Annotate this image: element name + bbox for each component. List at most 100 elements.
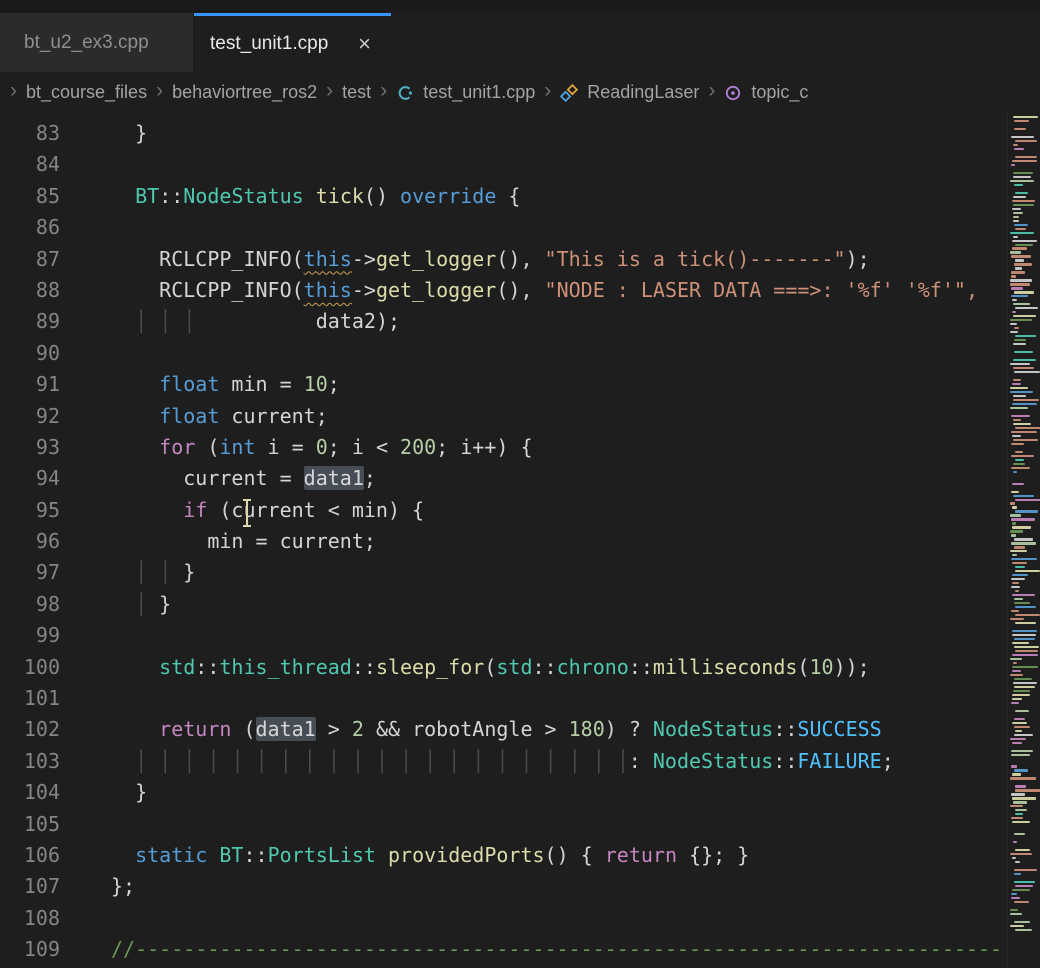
- line-number[interactable]: 103: [0, 746, 60, 777]
- minimap-line: [1011, 702, 1019, 704]
- minimap-line: [1011, 897, 1020, 899]
- line-number[interactable]: 95: [0, 495, 60, 526]
- minimap-line: [1011, 518, 1035, 520]
- code-line[interactable]: │ }: [111, 589, 1040, 620]
- minimap-line: [1012, 526, 1031, 528]
- line-number[interactable]: 85: [0, 181, 60, 212]
- code-area[interactable]: } BT::NodeStatus tick() override { RCLCP…: [60, 112, 1040, 968]
- minimap-line: [1013, 801, 1027, 803]
- code-line[interactable]: │ │ }: [111, 557, 1040, 588]
- minimap-line: [1011, 558, 1037, 560]
- minimap-line: [1015, 622, 1036, 624]
- line-number[interactable]: 94: [0, 463, 60, 494]
- minimap-line: [1012, 574, 1028, 576]
- code-line[interactable]: }: [111, 118, 1040, 149]
- minimap-line: [1014, 646, 1039, 648]
- code-line[interactable]: float min = 10;: [111, 369, 1040, 400]
- line-number[interactable]: 106: [0, 840, 60, 871]
- breadcrumb-item-test_unit1[interactable]: test_unit1.cpp: [423, 82, 535, 103]
- code-line[interactable]: BT::NodeStatus tick() override {: [111, 181, 1040, 212]
- close-icon[interactable]: ×: [354, 31, 375, 57]
- line-number[interactable]: 107: [0, 871, 60, 902]
- minimap-line: [1011, 455, 1034, 457]
- code-line[interactable]: //--------------------------------------…: [111, 934, 1040, 965]
- minimap-line: [1014, 598, 1023, 600]
- code-line[interactable]: for (int i = 0; i < 200; i++) {: [111, 432, 1040, 463]
- line-number[interactable]: 108: [0, 903, 60, 934]
- minimap-line: [1015, 566, 1025, 568]
- code-line[interactable]: [111, 809, 1040, 840]
- code-line[interactable]: [111, 683, 1040, 714]
- minimap-line: [1013, 379, 1021, 381]
- line-number[interactable]: 104: [0, 777, 60, 808]
- breadcrumb-item-bt_course_files[interactable]: bt_course_files: [26, 82, 147, 103]
- line-number[interactable]: 98: [0, 589, 60, 620]
- code-line[interactable]: min = current;: [111, 526, 1040, 557]
- line-number[interactable]: 87: [0, 244, 60, 275]
- text-cursor-icon: [246, 501, 248, 525]
- minimap-line: [1015, 590, 1019, 592]
- code-line[interactable]: [111, 212, 1040, 243]
- minimap-line: [1010, 279, 1032, 281]
- line-number[interactable]: 89: [0, 306, 60, 337]
- code-line[interactable]: float current;: [111, 401, 1040, 432]
- line-number[interactable]: 100: [0, 652, 60, 683]
- line-number[interactable]: 83: [0, 118, 60, 149]
- tab-bt_u2_ex3[interactable]: bt_u2_ex3.cpp: [0, 13, 194, 72]
- line-number[interactable]: 105: [0, 809, 60, 840]
- minimap[interactable]: [1007, 112, 1040, 968]
- line-number[interactable]: 99: [0, 620, 60, 651]
- line-number[interactable]: 90: [0, 338, 60, 369]
- line-number[interactable]: 96: [0, 526, 60, 557]
- minimap-line: [1012, 722, 1027, 724]
- line-number[interactable]: 101: [0, 683, 60, 714]
- code-line[interactable]: RCLCPP_INFO(this->get_logger(), "This is…: [111, 244, 1040, 275]
- minimap-line: [1014, 128, 1026, 130]
- minimap-line: [1012, 247, 1027, 249]
- code-line[interactable]: [111, 620, 1040, 651]
- code-line[interactable]: std::this_thread::sleep_for(std::chrono:…: [111, 652, 1040, 683]
- line-number[interactable]: 91: [0, 369, 60, 400]
- minimap-line: [1010, 909, 1018, 911]
- code-line[interactable]: current = data1;: [111, 463, 1040, 494]
- breadcrumb-item-test[interactable]: test: [342, 82, 371, 103]
- line-number[interactable]: 84: [0, 149, 60, 180]
- minimap-line: [1015, 614, 1040, 616]
- minimap-line: [1013, 841, 1017, 843]
- editor[interactable]: 8384858687888990919293949596979899100101…: [0, 112, 1040, 968]
- line-number-gutter[interactable]: 8384858687888990919293949596979899100101…: [0, 112, 60, 968]
- breadcrumb-item-topic_c[interactable]: topic_c: [751, 82, 808, 103]
- breadcrumb-item-behaviortree_ros2[interactable]: behaviortree_ros2: [172, 82, 317, 103]
- code-line[interactable]: };: [111, 871, 1040, 902]
- code-line[interactable]: [111, 903, 1040, 934]
- breadcrumb-item-ReadingLaser[interactable]: ReadingLaser: [587, 82, 699, 103]
- code-line[interactable]: [111, 338, 1040, 369]
- code-line[interactable]: │ │ │ │ │ │ │ │ │ │ │ │ │ │ │ │ │ │ │ │ …: [111, 746, 1040, 777]
- code-line[interactable]: [111, 149, 1040, 180]
- tab-test_unit1[interactable]: test_unit1.cpp ×: [194, 13, 391, 72]
- minimap-line: [1010, 738, 1026, 740]
- code-line[interactable]: static BT::PortsList providedPorts() { r…: [111, 840, 1040, 871]
- code-line[interactable]: │ │ │ data2);: [111, 306, 1040, 337]
- minimap-line: [1010, 925, 1024, 927]
- line-number[interactable]: 93: [0, 432, 60, 463]
- minimap-line: [1015, 427, 1040, 429]
- minimap-line: [1014, 339, 1026, 341]
- line-number[interactable]: 86: [0, 212, 60, 243]
- minimap-line: [1012, 208, 1021, 210]
- minimap-line: [1015, 730, 1022, 732]
- line-number[interactable]: 88: [0, 275, 60, 306]
- minimap-line: [1014, 734, 1033, 736]
- line-number[interactable]: 109: [0, 934, 60, 965]
- minimap-line: [1012, 383, 1021, 385]
- code-line[interactable]: }: [111, 777, 1040, 808]
- code-line[interactable]: return (data1 > 2 && robotAngle > 180) ?…: [111, 714, 1040, 745]
- line-number[interactable]: 97: [0, 557, 60, 588]
- code-line[interactable]: RCLCPP_INFO(this->get_logger(), "NODE : …: [111, 275, 1040, 306]
- minimap-line: [1015, 228, 1026, 230]
- line-number[interactable]: 92: [0, 401, 60, 432]
- minimap-line: [1013, 662, 1017, 664]
- line-number[interactable]: 102: [0, 714, 60, 745]
- minimap-line: [1014, 546, 1025, 548]
- minimap-line: [1014, 686, 1035, 688]
